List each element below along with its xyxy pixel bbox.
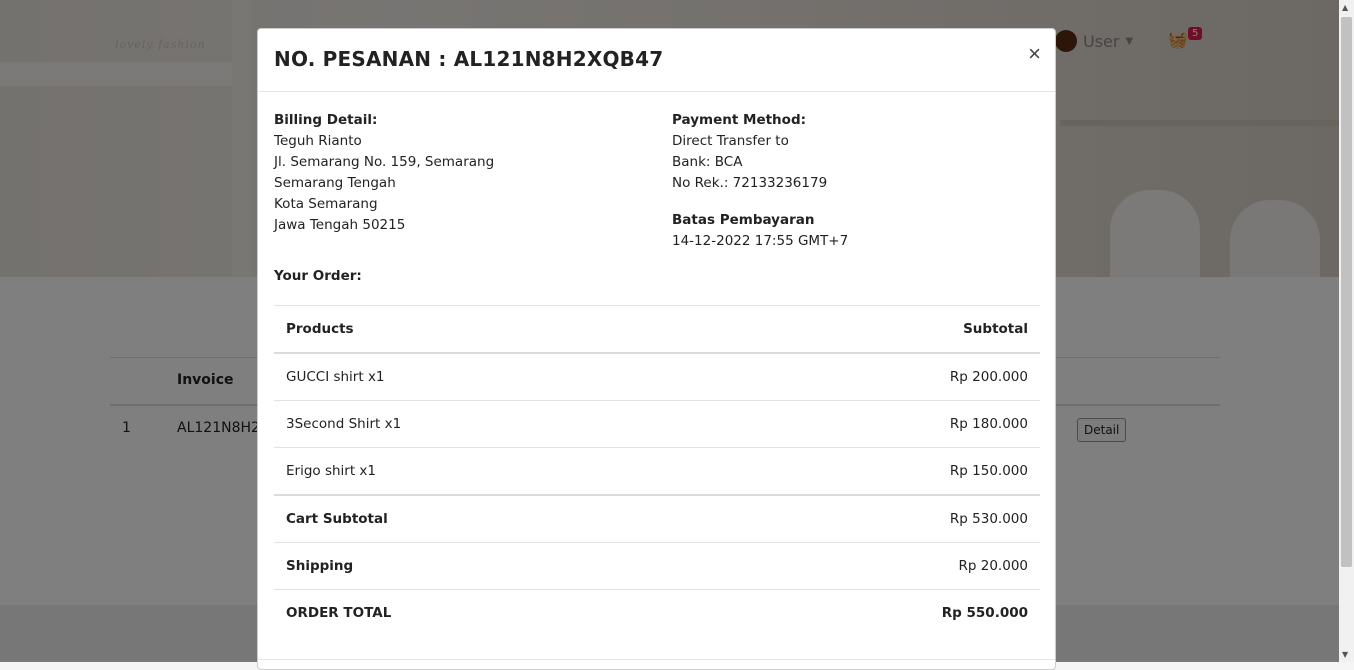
payment-account: No Rek.: 72133236179 <box>672 175 828 191</box>
scroll-up-icon[interactable]: ▲ <box>1342 3 1348 12</box>
payment-label: Payment Method: <box>672 112 807 128</box>
your-order-label: Your Order: <box>274 268 362 284</box>
product-name: GUCCI shirt x1 <box>274 352 702 401</box>
column-header-products: Products <box>274 305 702 354</box>
scroll-down-icon[interactable]: ▼ <box>1342 650 1348 659</box>
billing-province: Jawa Tengah 50215 <box>274 217 406 233</box>
deadline-label: Batas Pembayaran <box>672 212 815 228</box>
shipping-row: Shipping Rp 20.000 <box>274 542 1040 590</box>
modal-footer-divider <box>258 659 1055 660</box>
billing-district: Semarang Tengah <box>274 175 396 191</box>
cart-subtotal-value: Rp 530.000 <box>701 494 1040 543</box>
page-scrollbar[interactable]: ▲ ▼ <box>1339 0 1354 662</box>
order-detail-modal: NO. PESANAN : AL121N8H2XQB47 × Billing D… <box>257 28 1056 670</box>
product-name: 3Second Shirt x1 <box>274 400 702 448</box>
billing-address: Jl. Semarang No. 159, Semarang <box>274 154 495 170</box>
modal-header: NO. PESANAN : AL121N8H2XQB47 × <box>258 29 1055 92</box>
product-subtotal: Rp 200.000 <box>701 352 1040 401</box>
payment-bank: Bank: BCA <box>672 154 743 170</box>
cart-subtotal-label: Cart Subtotal <box>274 494 702 543</box>
table-row: 3Second Shirt x1 Rp 180.000 <box>274 400 1040 448</box>
scrollbar-thumb[interactable] <box>1341 17 1352 567</box>
product-name: Erigo shirt x1 <box>274 447 702 495</box>
order-total-row: ORDER TOTAL Rp 550.000 <box>274 589 1040 636</box>
modal-title: NO. PESANAN : AL121N8H2XQB47 <box>274 47 664 71</box>
payment-line1: Direct Transfer to <box>672 133 789 149</box>
billing-city: Kota Semarang <box>274 196 378 212</box>
deadline-value: 14-12-2022 17:55 GMT+7 <box>672 233 849 249</box>
billing-detail: Billing Detail: Teguh Rianto Jl. Semaran… <box>274 110 494 236</box>
shipping-value: Rp 20.000 <box>701 542 1040 590</box>
column-header-subtotal: Subtotal <box>701 305 1040 354</box>
billing-name: Teguh Rianto <box>274 133 362 149</box>
shipping-label: Shipping <box>274 542 702 590</box>
order-total-value: Rp 550.000 <box>701 589 1040 636</box>
billing-label: Billing Detail: <box>274 112 378 128</box>
order-total-label: ORDER TOTAL <box>274 589 702 636</box>
table-row: GUCCI shirt x1 Rp 200.000 <box>274 352 1040 401</box>
table-header: Products Subtotal <box>274 305 1040 354</box>
product-subtotal: Rp 180.000 <box>701 400 1040 448</box>
order-table: Products Subtotal GUCCI shirt x1 Rp 200.… <box>274 305 1040 636</box>
product-subtotal: Rp 150.000 <box>701 447 1040 495</box>
payment-method: Payment Method: Direct Transfer to Bank:… <box>672 110 848 252</box>
cart-subtotal-row: Cart Subtotal Rp 530.000 <box>274 494 1040 543</box>
close-button[interactable]: × <box>1028 43 1041 65</box>
table-row: Erigo shirt x1 Rp 150.000 <box>274 447 1040 495</box>
